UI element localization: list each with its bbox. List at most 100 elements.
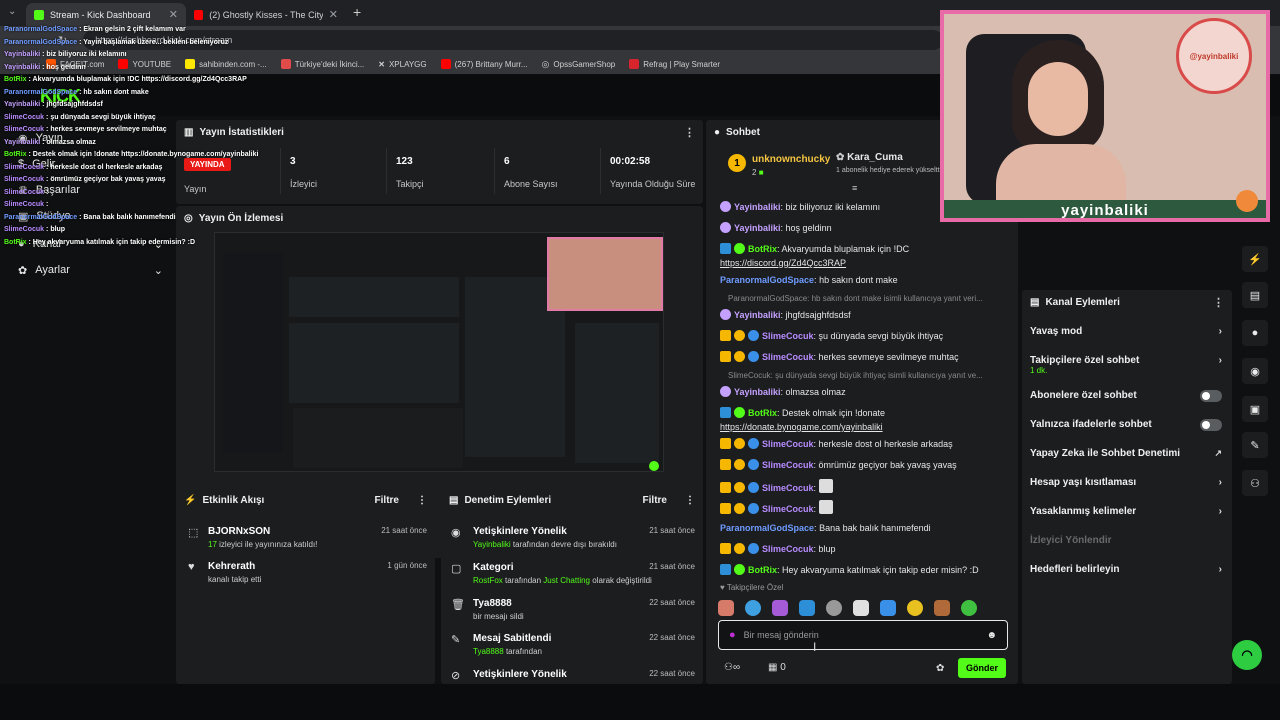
crown-badge-icon [720,503,731,514]
activity-filter-button[interactable]: Filtre [375,495,399,506]
chat-username[interactable]: SlimeCocuk [762,544,814,554]
chat-username[interactable]: Yayinbaliki [734,202,781,212]
channel-action-item[interactable]: Hedefleri belirleyin › [1030,564,1222,575]
quick-action-button[interactable]: ✎ [1242,432,1268,458]
lightning-icon: ⚡ [1248,253,1262,266]
top-gifter-name[interactable]: unknownchucky [752,154,830,165]
moderation-header: ▤ Denetim Eylemleri Filtre ⋮ [441,488,703,512]
emote-icon[interactable] [745,600,761,616]
chat-username[interactable]: ParanormalGodSpace [720,523,814,533]
emote-icon[interactable] [799,600,815,616]
quick-action-button[interactable]: ● [1242,320,1268,346]
quick-action-button[interactable]: ▤ [1242,282,1268,308]
bookmark-brittany[interactable]: (267) Brittany Murr... [440,59,528,69]
sidebar-item-ayarlar[interactable]: ✿ Ayarlar ⌄ [18,264,163,277]
tab-youtube[interactable]: (2) Ghostly Kisses - The City H ✕ [186,3,346,26]
gift-user[interactable]: ✿ Kara_Cuma [836,152,903,163]
chat-username[interactable]: SlimeCocuk [762,483,814,493]
emote-icon[interactable] [880,600,896,616]
chat-username[interactable]: SlimeCocuk [762,460,814,470]
bookmark-refrag[interactable]: Refrag | Play Smarter [629,59,720,69]
chat-reply-line: ParanormalGodSpace: hb sakın dont make i… [728,294,983,303]
emote-icon[interactable] [961,600,977,616]
channel-action-item[interactable]: Yasaklanmış kelimeler › [1030,506,1222,517]
more-options-icon[interactable]: ⋮ [684,126,695,139]
chat-username[interactable]: Yayinbaliki [734,223,781,233]
bookmark-turkiye[interactable]: Türkiye'deki İkinci... [280,59,364,69]
points-display[interactable]: ▦ 0 [768,662,786,673]
more-options-icon[interactable]: ⋮ [1213,296,1224,309]
chat-username[interactable]: SlimeCocuk [762,331,814,341]
stream-preview-video[interactable] [214,232,664,472]
chat-username[interactable]: Yayinbaliki [734,387,781,397]
overlay-chat-line: SlimeCocuk : herkes sevmeye sevilmeye mu… [4,126,167,133]
quick-action-button[interactable]: ⚇ [1242,470,1268,496]
emoji-icon[interactable]: ☻ [986,630,997,641]
moderation-desc: tarafından devre dışı bırakıldı [512,540,617,549]
moderation-item: 🗑 Tya8888 bir mesajı sildi 22 saat önce [451,598,695,621]
chat-message: SlimeCocuk: [720,500,1006,516]
close-tab-icon[interactable]: ✕ [169,8,178,21]
chat-username[interactable]: BotRix [748,565,777,575]
new-tab-icon[interactable]: + [353,4,361,20]
channel-action-item[interactable]: Yavaş mod › [1030,326,1222,337]
more-options-icon[interactable]: ⋮ [417,495,427,506]
chat-settings-icon[interactable]: ✿ [936,663,944,674]
support-button[interactable]: ◠ [1232,640,1262,670]
bookmark-xplaygg[interactable]: ✕ XPLAYGG [378,60,426,69]
channel-action-item[interactable]: Takipçilere özel sohbet 1 dk. › [1030,355,1222,375]
toggle-switch[interactable] [1200,419,1222,431]
chat-message: ParanormalGodSpace: Bana bak balık hanım… [720,523,931,533]
moderation-time: 21 saat önce [649,526,695,535]
mic-icon[interactable]: ● [729,629,736,641]
users-icon[interactable]: ⚇∞ [724,662,740,673]
emote-icon[interactable] [772,600,788,616]
gear-icon: ✿ [18,265,28,277]
chat-username[interactable]: BotRix [748,244,777,254]
quick-action-button[interactable]: ⚡ [1242,246,1268,272]
emote-icon[interactable] [907,600,923,616]
chat-username[interactable]: ParanormalGodSpace [720,275,814,285]
eye-off-icon: ⊘ [451,670,461,682]
category-icon: ▢ [451,563,462,575]
verified-badge-icon [734,407,745,418]
send-button[interactable]: Gönder [958,658,1006,678]
pinned-expand-icon[interactable]: ≡ [852,183,857,193]
chat-message: BotRix: Hey akvaryuma katılmak için taki… [720,563,1006,577]
chat-link[interactable]: https://discord.gg/Zd4Qcc3RAP [720,258,846,268]
chat-username[interactable]: SlimeCocuk [762,352,814,362]
overlay-chat-line: ParanormalGodSpace : Bana bak balık hanı… [4,213,176,221]
overlay-chat-line: ParanormalGodSpace : hb sakın dont make [4,88,149,96]
channel-action-item[interactable]: Yapay Zeka ile Sohbet Denetimi ↗ [1030,448,1222,459]
chat-text: biz biliyoruz iki kelamını [785,202,881,212]
stream-stats-panel: ▥ Yayın İstatistikleri ⋮ YAYINDA Yayın 3 İz… [176,120,703,204]
overlay-username: ParanormalGodSpace [4,26,78,33]
tab-search-icon[interactable]: ⌄ [8,6,16,17]
emote-icon[interactable] [826,600,842,616]
chat-username[interactable]: SlimeCocuk [762,439,814,449]
channel-action-item[interactable]: Hesap yaşı kısıtlaması › [1030,477,1222,488]
close-tab-icon[interactable]: ✕ [329,8,338,21]
moderation-desc: tarafından [505,576,542,585]
chat-username[interactable]: BotRix [748,408,777,418]
mod-badge-icon [720,243,731,254]
more-options-icon[interactable]: ⋮ [685,495,695,506]
tab-kick-dashboard[interactable]: Stream - Kick Dashboard ✕ [26,3,186,26]
chat-username[interactable]: SlimeCocuk [762,504,814,514]
quick-action-button[interactable]: ◉ [1242,358,1268,384]
chat-input[interactable]: ● Bir mesaj gönderin ☻ [718,620,1008,650]
chat-message: SlimeCocuk: herkes sevmeye sevilmeye muh… [720,350,1006,364]
emote-icon[interactable] [934,600,950,616]
emote-icon[interactable] [718,600,734,616]
bookmark-opss[interactable]: ◎ OpssGamerShop [542,59,616,70]
chat-username[interactable]: Yayinbaliki [734,310,781,320]
webcam-name: yayinbaliki [1061,201,1149,219]
chat-link[interactable]: https://donate.bynogame.com/yayinbaliki [720,422,883,432]
channel-action-item[interactable]: Abonelere özel sohbet [1030,390,1222,402]
emote-icon[interactable] [853,600,869,616]
toggle-switch[interactable] [1200,390,1222,402]
quick-action-button[interactable]: ▣ [1242,396,1268,422]
moderation-filter-button[interactable]: Filtre [643,495,667,506]
channel-action-label: Yasaklanmış kelimeler [1030,506,1137,517]
channel-action-item[interactable]: Yalnızca ifadelerle sohbet [1030,419,1222,431]
